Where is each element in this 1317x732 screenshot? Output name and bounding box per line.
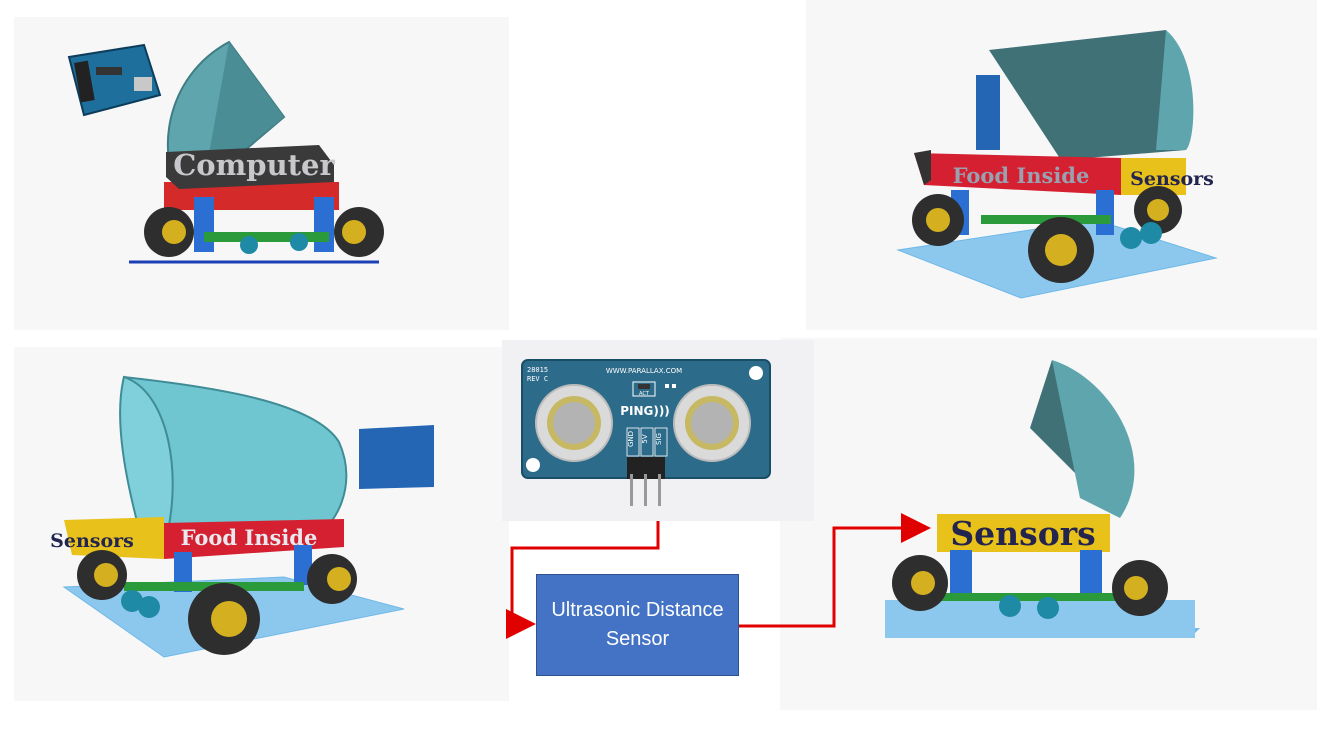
box-to-sensors-arrow [739,513,931,628]
ultrasonic-sensor-label: Ultrasonic Distance Sensor [551,599,724,650]
ultrasonic-sensor-box: Ultrasonic Distance Sensor [536,574,739,676]
